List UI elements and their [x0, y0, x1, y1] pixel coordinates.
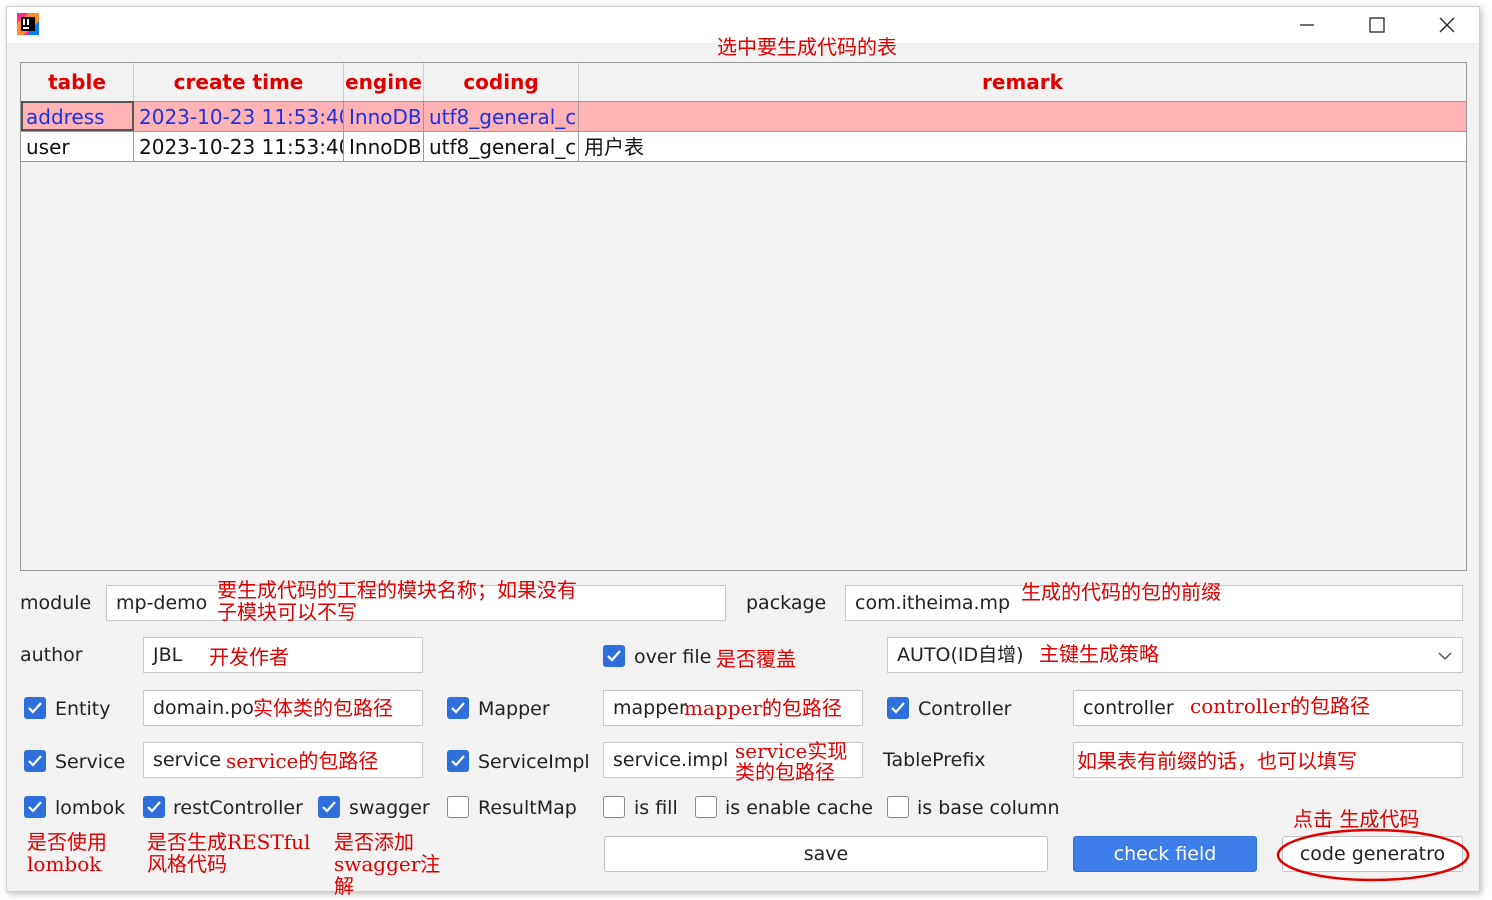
controller-checkbox[interactable] — [887, 697, 909, 719]
save-button[interactable]: save — [604, 836, 1048, 872]
select-table-annotation: 选中要生成代码的表 — [717, 35, 897, 59]
base-column-label: is base column — [917, 797, 1060, 819]
table-cell-remark[interactable]: 用户表 — [579, 131, 1466, 161]
idtype-select[interactable]: AUTO(ID自增) — [887, 637, 1463, 673]
column-header-engine[interactable]: engine — [344, 63, 424, 101]
table-cell-engine[interactable]: InnoDB — [344, 131, 424, 161]
highlight-ellipse-icon — [1276, 828, 1470, 882]
swagger-annotation: 是否添加swagger注解 — [334, 830, 441, 898]
enable-cache-label: is enable cache — [725, 797, 873, 819]
entity-annotation: 实体类的包路径 — [253, 696, 393, 720]
isfill-checkbox[interactable] — [603, 796, 625, 818]
isfill-label: is fill — [634, 797, 678, 819]
table-cell-coding[interactable]: utf8_general_ci — [424, 101, 579, 131]
table-cell-create-time[interactable]: 2023-10-23 11:53:40 — [134, 131, 344, 161]
maximize-icon[interactable] — [1347, 11, 1407, 39]
generate-annotation: 点击 生成代码 — [1293, 807, 1420, 831]
service-annotation: service的包路径 — [226, 749, 379, 773]
code-generator-window: 选中要生成代码的表 table name create time engine … — [6, 6, 1480, 897]
column-header-remark[interactable]: remark — [579, 63, 1466, 101]
mapper-checkbox[interactable] — [447, 697, 469, 719]
enable-cache-checkbox[interactable] — [695, 796, 717, 818]
service-label: Service — [55, 751, 126, 773]
rest-annotation: 是否生成RESTful风格代码 — [147, 830, 311, 876]
lombok-label: lombok — [55, 797, 126, 819]
serviceimpl-label: ServiceImpl — [478, 751, 590, 773]
module-label: module — [20, 592, 92, 614]
table-row[interactable]: address 2023-10-23 11:53:40 InnoDB utf8_… — [21, 101, 1466, 131]
close-icon[interactable] — [1417, 11, 1477, 39]
author-annotation: 开发作者 — [209, 645, 289, 669]
tableprefix-annotation: 如果表有前缀的话，也可以填写 — [1077, 749, 1357, 773]
serviceimpl-annotation: service实现类的包路径 — [735, 739, 848, 784]
overfile-annotation: 是否覆盖 — [716, 647, 796, 671]
check-field-button[interactable]: check field — [1073, 836, 1257, 872]
base-column-checkbox[interactable] — [887, 796, 909, 818]
table-cell-remark[interactable] — [579, 101, 1466, 131]
minimize-icon[interactable] — [1277, 11, 1337, 39]
overfile-checkbox[interactable] — [603, 645, 625, 667]
swagger-label: swagger — [349, 797, 430, 819]
overfile-label: over file — [634, 646, 712, 668]
package-annotation: 生成的代码的包的前缀 — [1021, 580, 1221, 604]
table-cell-create-time[interactable]: 2023-10-23 11:53:40 — [134, 101, 344, 131]
table-row[interactable]: user 2023-10-23 11:53:40 InnoDB utf8_gen… — [21, 131, 1466, 162]
entity-checkbox[interactable] — [24, 697, 46, 719]
mapper-annotation: mapper的包路径 — [684, 696, 842, 720]
serviceimpl-checkbox[interactable] — [447, 750, 469, 772]
column-header-create-time[interactable]: create time — [134, 63, 344, 101]
controller-annotation: controller的包路径 — [1190, 694, 1370, 718]
column-header-coding[interactable]: coding — [424, 63, 579, 101]
lombok-checkbox[interactable] — [24, 796, 46, 818]
resultmap-checkbox[interactable] — [447, 796, 469, 818]
lombok-annotation: 是否使用lombok — [27, 830, 107, 876]
restcontroller-checkbox[interactable] — [143, 796, 165, 818]
service-checkbox[interactable] — [24, 750, 46, 772]
entity-label: Entity — [55, 698, 111, 720]
table-list: table name create time engine coding rem… — [20, 62, 1467, 571]
intellij-idea-icon — [17, 13, 39, 35]
tableprefix-label: TablePrefix — [883, 749, 986, 771]
column-header-table-name[interactable]: table name — [21, 63, 134, 132]
mapper-label: Mapper — [478, 698, 550, 720]
idtype-annotation: 主键生成策略 — [1039, 642, 1159, 666]
module-annotation: 要生成代码的工程的模块名称；如果没有子模块可以不写 — [217, 578, 577, 624]
author-label: author — [20, 644, 83, 666]
resultmap-label: ResultMap — [478, 797, 577, 819]
table-cell-name[interactable]: user — [21, 131, 134, 161]
swagger-checkbox[interactable] — [318, 796, 340, 818]
table-cell-coding[interactable]: utf8_general_ci — [424, 131, 579, 161]
controller-label: Controller — [918, 698, 1012, 720]
table-cell-engine[interactable]: InnoDB — [344, 101, 424, 131]
restcontroller-label: restController — [173, 797, 303, 819]
package-label: package — [746, 592, 827, 614]
chevron-down-icon[interactable] — [1437, 650, 1453, 662]
table-cell-name[interactable]: address — [21, 101, 134, 131]
